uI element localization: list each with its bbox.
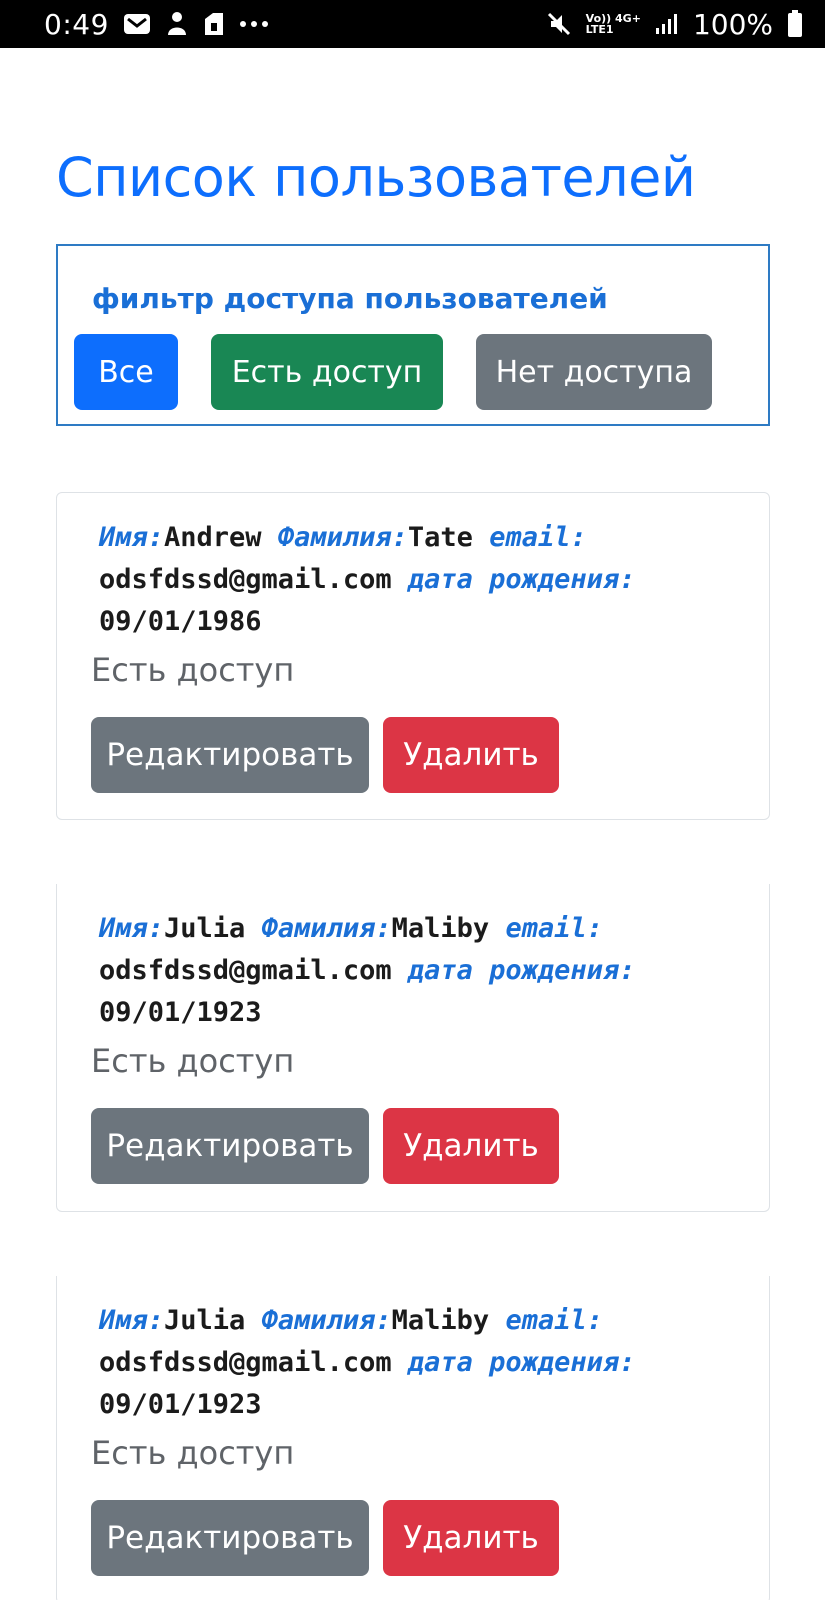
user-card: Имя:Julia Фамилия:Maliby email: odsfdssd… <box>56 1276 770 1600</box>
edit-button[interactable]: Редактировать <box>91 717 369 793</box>
edit-button[interactable]: Редактировать <box>91 1108 369 1184</box>
delete-button[interactable]: Удалить <box>383 1500 559 1576</box>
user-surname: Maliby <box>391 1305 490 1336</box>
filter-label: фильтр доступа пользователей <box>92 282 608 315</box>
email-label: email: <box>505 1305 603 1336</box>
filter-all-button[interactable]: Все <box>74 334 178 410</box>
battery-percent: 100% <box>692 7 773 41</box>
user-card: Имя:Andrew Фамилия:Tate email: odsfdssd@… <box>56 492 770 820</box>
network-info: Vo)) 4G+ LTE1 <box>586 13 641 35</box>
surname-label: Фамилия: <box>261 913 392 944</box>
user-name: Andrew <box>164 522 262 553</box>
birth-label: дата рождения: <box>407 1347 636 1378</box>
mute-icon <box>546 11 572 37</box>
page-title: Список пользователей <box>56 146 696 209</box>
access-filter-panel: фильтр доступа пользователей Все Есть до… <box>56 244 770 426</box>
user-info: Имя:Andrew Фамилия:Tate email: odsfdssd@… <box>99 517 699 643</box>
email-label: email: <box>505 913 603 944</box>
user-surname: Maliby <box>391 913 490 944</box>
mail-icon <box>123 12 151 36</box>
user-birth-date: 09/01/1986 <box>99 606 262 637</box>
more-dots-icon <box>239 19 269 29</box>
app-icon <box>165 11 189 37</box>
status-time: 0:49 <box>44 7 109 41</box>
app-icon-2 <box>203 11 225 37</box>
user-info: Имя:Julia Фамилия:Maliby email: odsfdssd… <box>99 1300 699 1426</box>
user-email: odsfdssd@gmail.com <box>99 955 392 986</box>
name-label: Имя: <box>99 522 165 553</box>
user-birth-date: 09/01/1923 <box>99 997 262 1028</box>
user-name: Julia <box>164 1305 246 1336</box>
user-email: odsfdssd@gmail.com <box>99 564 392 595</box>
user-surname: Tate <box>407 522 473 553</box>
delete-button[interactable]: Удалить <box>383 717 559 793</box>
user-birth-date: 09/01/1923 <box>99 1389 262 1420</box>
status-bar-left: 0:49 <box>44 8 269 41</box>
name-label: Имя: <box>99 913 165 944</box>
surname-label: Фамилия: <box>277 522 408 553</box>
battery-icon <box>787 10 803 38</box>
delete-button[interactable]: Удалить <box>383 1108 559 1184</box>
user-name: Julia <box>164 913 246 944</box>
access-status: Есть доступ <box>91 1042 295 1080</box>
status-bar-right: Vo)) 4G+ LTE1 100% <box>546 8 803 41</box>
filter-no-access-button[interactable]: Нет доступа <box>476 334 712 410</box>
status-bar: 0:49 Vo)) 4G+ LTE1 100% <box>0 0 825 48</box>
filter-has-access-button[interactable]: Есть доступ <box>211 334 443 410</box>
signal-icon <box>655 12 679 36</box>
birth-label: дата рождения: <box>407 955 636 986</box>
network-bottom: LTE1 <box>585 23 614 36</box>
edit-button[interactable]: Редактировать <box>91 1500 369 1576</box>
user-card: Имя:Julia Фамилия:Maliby email: odsfdssd… <box>56 884 770 1212</box>
name-label: Имя: <box>99 1305 165 1336</box>
user-info: Имя:Julia Фамилия:Maliby email: odsfdssd… <box>99 908 699 1034</box>
email-label: email: <box>489 522 587 553</box>
birth-label: дата рождения: <box>407 564 636 595</box>
access-status: Есть доступ <box>91 651 295 689</box>
user-email: odsfdssd@gmail.com <box>99 1347 392 1378</box>
surname-label: Фамилия: <box>261 1305 392 1336</box>
access-status: Есть доступ <box>91 1434 295 1472</box>
